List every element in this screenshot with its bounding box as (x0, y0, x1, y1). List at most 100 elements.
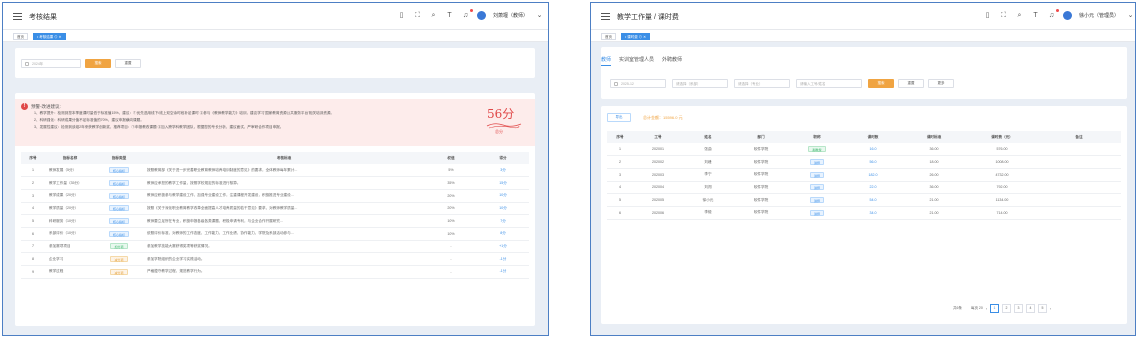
column-header: 姓名 (683, 131, 733, 143)
reset-button[interactable]: 重置 (898, 79, 924, 88)
page-button[interactable]: 1 (990, 304, 999, 313)
criteria: 教师应积极参与教学建设工作，加强专业建设工作，注重课程开发建设，积极推进专业建设… (143, 189, 425, 203)
menu-icon[interactable] (601, 13, 610, 20)
score[interactable]: -1分 (477, 252, 529, 266)
avatar[interactable] (477, 11, 486, 20)
export-button[interactable]: 导出 (607, 113, 631, 122)
bell-icon[interactable]: ♫ (1047, 9, 1059, 20)
indicator-name: 系部评价（10分） (45, 227, 95, 241)
name-input[interactable]: 请输入工号/姓名 (796, 79, 862, 88)
teacher-type-tabs: 教师 实训室管理人员 外聘教师 (601, 56, 682, 66)
toolbar: ▯ ⛶ ⌕ T ♫ 刘萧堰（教师） ⌄ (397, 9, 544, 20)
column-header: 工号 (633, 131, 683, 143)
weight: 20% (425, 189, 477, 203)
staff-id: 202003 (633, 168, 683, 182)
phone-icon[interactable]: ▯ (983, 11, 992, 20)
total-score: 56分 (487, 107, 515, 121)
menu-icon[interactable] (13, 13, 22, 20)
tag-home[interactable]: 首页 (13, 33, 28, 40)
score-underline (486, 123, 522, 129)
row-index: 8 (21, 252, 45, 266)
hour-rate: 21.00 (901, 206, 967, 220)
department: 软件学院 (733, 155, 789, 169)
teacher-name: 张曲 (683, 143, 733, 157)
row-index: 5 (21, 214, 45, 228)
warning-alert: ! 预警-改进建议: 1、教学提升：检测到您本季度课时量低于标准值15%，建议：… (15, 99, 535, 146)
filter-card: 2024年 搜索 重置 (15, 48, 535, 78)
column-header: 指标类型 (95, 152, 143, 164)
score[interactable]: 8分 (477, 227, 529, 241)
page-button[interactable]: 3 (1014, 304, 1023, 313)
page-size-select[interactable]: 每页 20 (971, 306, 983, 311)
table-row: 6 202006 李毅 软件学院 讲师 34.0 21.00 714.00 (607, 206, 1121, 220)
score[interactable]: 10分 (477, 189, 529, 203)
font-size-icon[interactable]: T (445, 11, 454, 20)
chevron-down-icon[interactable]: ⌄ (535, 11, 544, 20)
title-badge: 讲师 (809, 209, 824, 216)
month-picker[interactable]: 2025-12 (610, 79, 666, 88)
search-icon[interactable]: ⌕ (429, 11, 438, 20)
more-button[interactable]: 更多 (928, 79, 954, 88)
table-row: 1 教师发展（5分） 核心指标 按照教育部《关于进一步完善职业教育教师培养培训制度的意… (21, 164, 529, 178)
fullscreen-icon[interactable]: ⛶ (413, 11, 422, 20)
font-size-icon[interactable]: T (1031, 11, 1040, 20)
fee: 4732.00 (967, 168, 1037, 182)
score[interactable]: 7分 (477, 214, 529, 228)
tag-home[interactable]: 首页 (601, 33, 616, 40)
page-button[interactable]: 2 (1002, 304, 1011, 313)
search-button[interactable]: 搜索 (85, 59, 111, 68)
fullscreen-icon[interactable]: ⛶ (999, 11, 1008, 20)
year-value: 2024年 (32, 62, 44, 66)
score[interactable]: 3分 (477, 164, 529, 178)
search-icon[interactable]: ⌕ (1015, 11, 1024, 20)
chevron-down-icon[interactable]: ⌄ (1126, 11, 1135, 20)
indicator-type: 减分项 (95, 252, 143, 266)
tag-assessment[interactable]: • 考核结果 ⊙ ✕ (33, 33, 66, 40)
hour-rate: 36.00 (901, 181, 967, 195)
avatar[interactable] (1063, 11, 1072, 20)
score[interactable]: +1分 (477, 240, 529, 254)
row-index: 2 (607, 155, 633, 169)
page-button[interactable]: 4 (1026, 304, 1035, 313)
phone-icon[interactable]: ▯ (397, 11, 406, 20)
class-hours[interactable]: 56.0 (845, 155, 901, 169)
college-select[interactable]: 请选择（系部） (672, 79, 728, 88)
type-badge: 核心指标 (108, 218, 129, 225)
class-hours[interactable]: 182.0 (845, 168, 901, 182)
search-button[interactable]: 搜索 (868, 79, 894, 88)
class-hours[interactable]: 16.0 (845, 143, 901, 157)
user-name[interactable]: 刘萧堰（教师） (493, 12, 528, 19)
tag-class-fee[interactable]: • 课时费 ⊙ ✕ (621, 33, 651, 40)
reset-button[interactable]: 重置 (115, 59, 141, 68)
breadcrumb: 教学工作量 / 课时费 (617, 14, 679, 21)
chevron-right-icon[interactable]: › (1050, 307, 1051, 311)
user-name[interactable]: 徐小元（管理员） (1079, 12, 1119, 19)
score[interactable]: -1分 (477, 265, 529, 279)
tab-lab-manager[interactable]: 实训室管理人员 (619, 56, 654, 66)
title-badge: 讲师 (809, 159, 824, 166)
criteria: 按照《关于深化职业教育教学改革全面提高人才培养质量的若干意见》要求，对教师教学质… (143, 202, 425, 216)
tab-external-teacher[interactable]: 外聘教师 (662, 56, 682, 66)
score[interactable]: 15分 (477, 176, 529, 190)
class-hours[interactable]: 34.0 (845, 206, 901, 220)
year-picker[interactable]: 2024年 (21, 59, 81, 68)
column-header: 权值 (425, 152, 477, 164)
score[interactable]: 10分 (477, 202, 529, 216)
major-select[interactable]: 请选择（专业） (734, 79, 790, 88)
column-header: 考核标准 (143, 152, 425, 164)
column-header: 备注 (1037, 131, 1121, 143)
department: 软件学院 (733, 206, 789, 220)
tab-teacher[interactable]: 教师 (601, 56, 612, 66)
weight: - (425, 240, 477, 254)
class-hours[interactable]: 22.0 (845, 181, 901, 195)
weight: - (425, 265, 477, 279)
bell-icon[interactable]: ♫ (461, 9, 473, 20)
indicator-name: 教学工作量（35分） (45, 176, 95, 190)
row-index: 7 (21, 240, 45, 254)
chevron-left-icon[interactable]: ‹ (986, 307, 987, 311)
fee-table: 序号 工号 姓名 部门 职称 课时数 课时标准 课时费（元） 备注 1 20200… (607, 131, 1121, 220)
criteria: 按照教育部《关于进一步完善职业教育教师培养培训制度的意见》的要求，全体教师每年累… (143, 164, 425, 178)
page-button[interactable]: 5 (1038, 304, 1047, 313)
class-hours[interactable]: 54.0 (845, 193, 901, 207)
remark (1037, 168, 1121, 182)
